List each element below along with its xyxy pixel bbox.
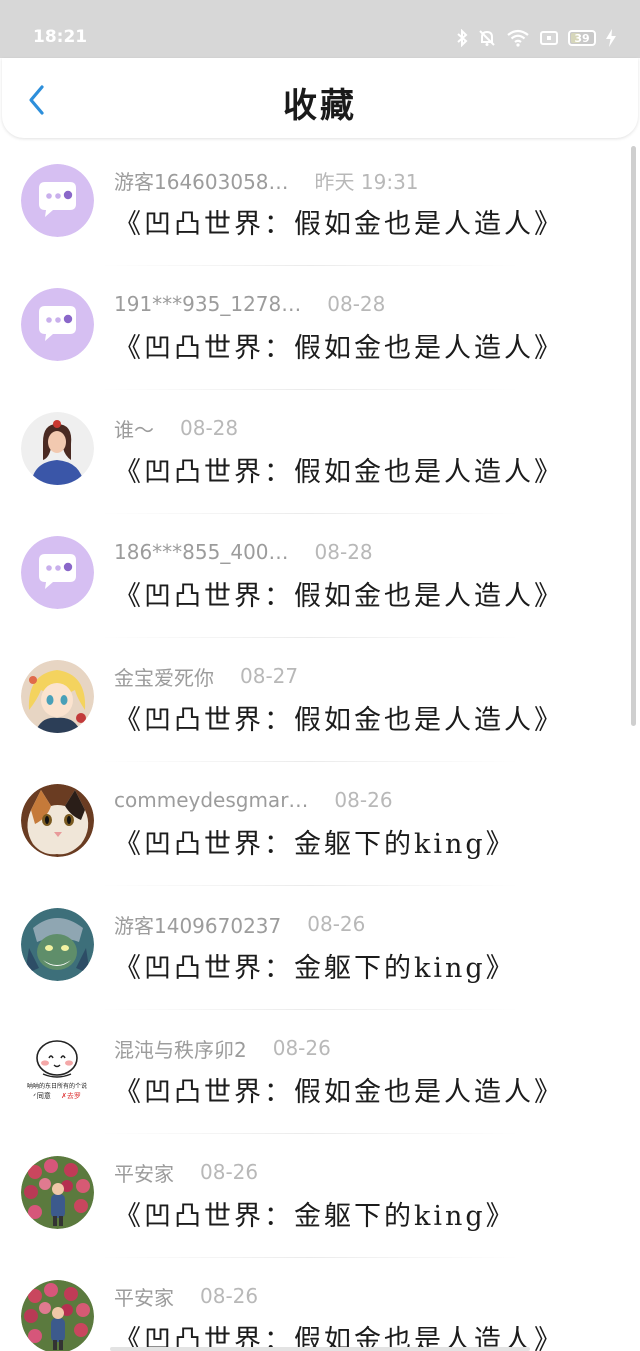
lightning-icon bbox=[606, 29, 616, 47]
status-bar: 18:21 39 bbox=[0, 0, 640, 58]
user-name[interactable]: commeydesgmar… bbox=[114, 788, 308, 812]
favorite-title[interactable]: 《凹凸世界：假如金也是人造人》 bbox=[114, 326, 564, 365]
item-meta: 平安家 08-26 bbox=[114, 1158, 258, 1186]
list-item[interactable]: 平安家 08-26 《凹凸世界：金躯下的king》 bbox=[0, 1134, 640, 1258]
item-meta: 游客1409670237 08-26 bbox=[114, 910, 365, 938]
timestamp: 08-28 bbox=[327, 292, 386, 316]
item-meta: 金宝爱死你 08-27 bbox=[114, 662, 298, 690]
favorites-list: 游客164603058… 昨天 19:31 《凹凸世界：假如金也是人造人》 191**… bbox=[0, 142, 640, 1351]
app-header: 收藏 bbox=[2, 58, 638, 138]
user-name[interactable]: 金宝爱死你 bbox=[114, 662, 214, 691]
battery-level: 39 bbox=[574, 31, 590, 45]
anime-blonde-avatar[interactable] bbox=[21, 660, 94, 733]
page-title: 收藏 bbox=[283, 86, 357, 126]
list-item[interactable]: 平安家 08-26 《凹凸世界：假如金也是人造人》 bbox=[0, 1258, 640, 1351]
chat-bubble-avatar[interactable] bbox=[21, 288, 94, 361]
timestamp: 08-28 bbox=[314, 540, 373, 564]
list-item[interactable]: 191***935_1278… 08-28 《凹凸世界：假如金也是人造人》 bbox=[0, 266, 640, 390]
user-name[interactable]: 191***935_1278… bbox=[114, 292, 301, 316]
list-item[interactable]: 游客1409670237 08-26 《凹凸世界：金躯下的king》 bbox=[0, 886, 640, 1010]
svg-text:呐呐的东日所有的个说: 呐呐的东日所有的个说 bbox=[27, 1082, 87, 1090]
favorite-title[interactable]: 《凹凸世界：假如金也是人造人》 bbox=[114, 698, 564, 737]
list-item[interactable]: 186***855_400… 08-28 《凹凸世界：假如金也是人造人》 bbox=[0, 514, 640, 638]
flower-photo-avatar[interactable] bbox=[21, 1156, 94, 1229]
svg-text:✓同意: ✓同意 bbox=[31, 1091, 51, 1100]
status-time: 18:21 bbox=[33, 27, 88, 47]
girl-photo-avatar[interactable] bbox=[21, 412, 94, 485]
screen-icon bbox=[540, 30, 558, 46]
item-meta: 186***855_400… 08-28 bbox=[114, 538, 373, 566]
bluetooth-icon bbox=[456, 29, 468, 47]
chat-bubble-avatar[interactable] bbox=[21, 164, 94, 237]
item-meta: 谁～ 08-28 bbox=[114, 414, 238, 442]
timestamp: 08-28 bbox=[180, 416, 239, 440]
item-meta: 游客164603058… 昨天 19:31 bbox=[114, 166, 419, 194]
item-meta: commeydesgmar… 08-26 bbox=[114, 786, 393, 814]
favorite-title[interactable]: 《凹凸世界：金躯下的king》 bbox=[114, 822, 516, 861]
timestamp: 08-26 bbox=[307, 912, 366, 936]
user-name[interactable]: 游客164603058… bbox=[114, 166, 289, 195]
list-item[interactable]: 谁～ 08-28 《凹凸世界：假如金也是人造人》 bbox=[0, 390, 640, 514]
battery-indicator: 39 bbox=[568, 30, 596, 46]
timestamp: 08-26 bbox=[272, 1036, 331, 1060]
timestamp: 昨天 19:31 bbox=[314, 169, 419, 194]
favorite-title[interactable]: 《凹凸世界：金躯下的king》 bbox=[114, 1194, 516, 1233]
favorite-title[interactable]: 《凹凸世界：假如金也是人造人》 bbox=[114, 450, 564, 489]
list-item[interactable]: commeydesgmar… 08-26 《凹凸世界：金躯下的king》 bbox=[0, 762, 640, 886]
bell-muted-icon bbox=[478, 29, 496, 47]
timestamp: 08-26 bbox=[200, 1284, 259, 1308]
item-meta: 191***935_1278… 08-28 bbox=[114, 290, 385, 318]
favorite-title[interactable]: 《凹凸世界：假如金也是人造人》 bbox=[114, 202, 564, 241]
list-item[interactable]: 金宝爱死你 08-27 《凹凸世界：假如金也是人造人》 bbox=[0, 638, 640, 762]
wifi-icon bbox=[506, 29, 530, 47]
timestamp: 08-27 bbox=[240, 664, 299, 688]
list-item[interactable]: 游客164603058… 昨天 19:31 《凹凸世界：假如金也是人造人》 bbox=[0, 142, 640, 266]
cat-photo-avatar[interactable] bbox=[21, 784, 94, 857]
chat-bubble-avatar[interactable] bbox=[21, 536, 94, 609]
favorite-title[interactable]: 《凹凸世界：假如金也是人造人》 bbox=[114, 1070, 564, 1109]
user-name[interactable]: 186***855_400… bbox=[114, 540, 289, 564]
scrollbar[interactable] bbox=[631, 146, 636, 726]
favorite-title[interactable]: 《凹凸世界：金躯下的king》 bbox=[114, 946, 516, 985]
game-hero-avatar[interactable] bbox=[21, 908, 94, 981]
list-item[interactable]: 呐呐的东日所有的个说 ✓同意 ✗去罗 混沌与秩序卯2 08-26 《凹凸世界：假如金也是人… bbox=[0, 1010, 640, 1134]
svg-text:✗去罗: ✗去罗 bbox=[61, 1091, 81, 1100]
user-name[interactable]: 平安家 bbox=[114, 1282, 174, 1311]
flower-photo-avatar[interactable] bbox=[21, 1280, 94, 1351]
meme-sticker-avatar[interactable]: 呐呐的东日所有的个说 ✓同意 ✗去罗 bbox=[21, 1032, 94, 1105]
user-name[interactable]: 混沌与秩序卯2 bbox=[114, 1034, 247, 1063]
user-name[interactable]: 谁～ bbox=[114, 414, 154, 443]
item-meta: 混沌与秩序卯2 08-26 bbox=[114, 1034, 331, 1062]
favorite-title[interactable]: 《凹凸世界：假如金也是人造人》 bbox=[114, 574, 564, 613]
home-indicator bbox=[110, 1347, 530, 1351]
timestamp: 08-26 bbox=[200, 1160, 259, 1184]
user-name[interactable]: 平安家 bbox=[114, 1158, 174, 1187]
status-icons: 39 bbox=[456, 27, 616, 49]
timestamp: 08-26 bbox=[334, 788, 393, 812]
item-meta: 平安家 08-26 bbox=[114, 1282, 258, 1310]
user-name[interactable]: 游客1409670237 bbox=[114, 910, 281, 939]
